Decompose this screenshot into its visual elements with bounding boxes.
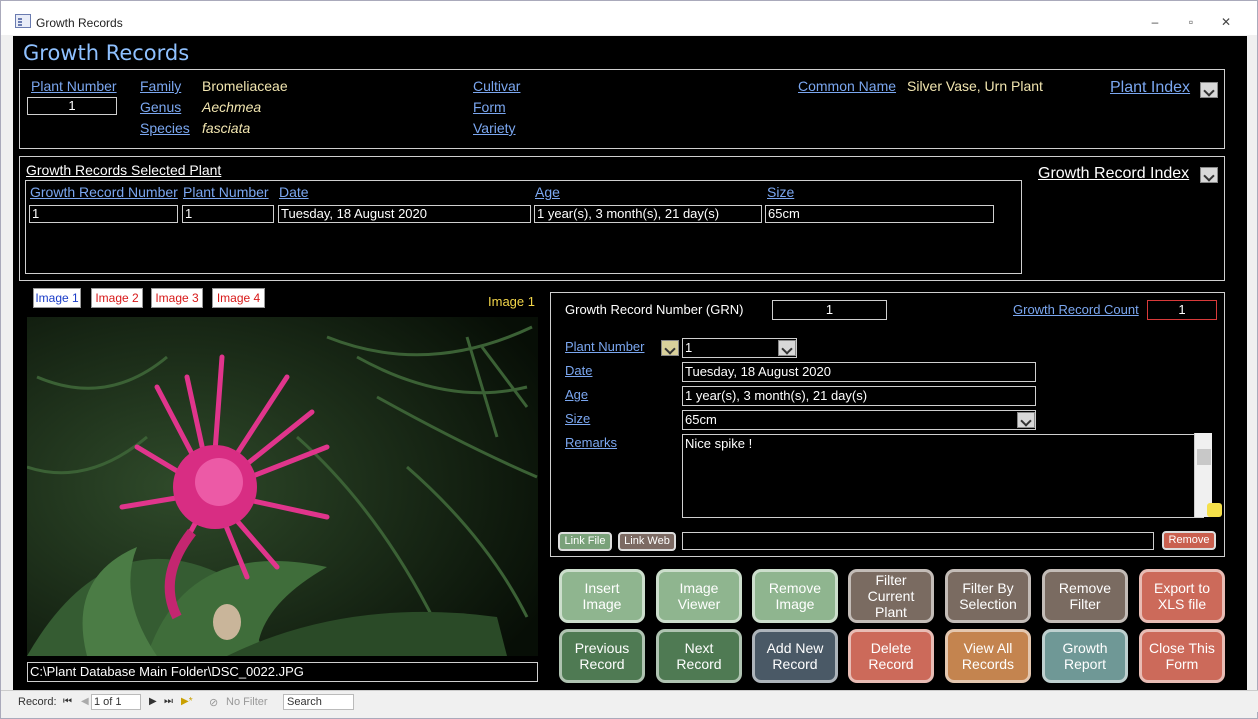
variety-label[interactable]: Variety: [473, 120, 516, 136]
grn-label: Growth Record Number (GRN): [565, 302, 744, 317]
row-age-cell[interactable]: 1 year(s), 3 month(s), 21 day(s): [534, 205, 762, 223]
detail-date-label[interactable]: Date: [565, 363, 592, 378]
page-title: Growth Records: [23, 41, 190, 65]
next-record-button[interactable]: Next Record: [656, 629, 742, 683]
species-value: fasciata: [202, 120, 251, 136]
plant-index-dropdown-icon[interactable]: [1200, 82, 1218, 98]
remarks-label[interactable]: Remarks: [565, 435, 617, 450]
form-icon: [15, 14, 31, 28]
link-path-field[interactable]: [682, 532, 1154, 550]
common-name-label[interactable]: Common Name: [798, 78, 896, 94]
detail-age-field[interactable]: 1 year(s), 3 month(s), 21 day(s): [682, 386, 1036, 406]
maximize-button[interactable]: ▫: [1181, 14, 1201, 30]
growth-record-count-label[interactable]: Growth Record Count: [1013, 302, 1139, 317]
new-record-icon[interactable]: ▶*: [181, 696, 193, 707]
growth-report-button[interactable]: Growth Report: [1042, 629, 1128, 683]
detail-date-field[interactable]: Tuesday, 18 August 2020: [682, 362, 1036, 382]
insert-image-button[interactable]: Insert Image: [559, 569, 645, 623]
col-age[interactable]: Age: [535, 184, 560, 200]
remove-link-button[interactable]: Remove: [1162, 531, 1216, 550]
link-web-button[interactable]: Link Web: [618, 532, 676, 551]
selected-plant-title: Growth Records Selected Plant: [26, 162, 222, 178]
view-all-records-button[interactable]: View All Records: [945, 629, 1031, 683]
family-value: Bromeliaceae: [202, 78, 288, 94]
image-path-field[interactable]: C:\Plant Database Main Folder\DSC_0022.J…: [27, 662, 538, 682]
filter-current-plant-button[interactable]: Filter Current Plant: [848, 569, 934, 623]
cultivar-label[interactable]: Cultivar: [473, 78, 520, 94]
detail-age-label[interactable]: Age: [565, 387, 588, 402]
growth-record-index-label[interactable]: Growth Record Index: [1038, 165, 1189, 183]
next-record-icon[interactable]: ▶: [149, 696, 157, 707]
grn-field[interactable]: 1: [772, 300, 887, 320]
plant-index-label[interactable]: Plant Index: [1110, 79, 1190, 97]
filter-by-selection-button[interactable]: Filter By Selection: [945, 569, 1031, 623]
add-new-record-button[interactable]: Add New Record: [752, 629, 838, 683]
detail-size-label[interactable]: Size: [565, 411, 590, 426]
delete-record-button[interactable]: Delete Record: [848, 629, 934, 683]
prev-record-icon[interactable]: ◀: [81, 696, 89, 707]
col-date[interactable]: Date: [279, 184, 309, 200]
record-navigation-bar: Record: ⏮ ◀ 1 of 1 ▶ ⏭ ▶* ⊘ No Filter Se…: [1, 690, 1258, 712]
last-record-icon[interactable]: ⏭: [164, 696, 173, 707]
no-filter-icon[interactable]: ⊘: [209, 696, 218, 709]
row-grn-cell[interactable]: 1: [29, 205, 178, 223]
export-xls-button[interactable]: Export to XLS file: [1139, 569, 1225, 623]
close-window-button[interactable]: ✕: [1216, 14, 1236, 30]
remarks-field[interactable]: Nice spike !: [682, 434, 1204, 518]
growth-records-form: Growth Records Plant Number 1 Family Bro…: [13, 36, 1247, 690]
plant-number-label[interactable]: Plant Number: [31, 78, 117, 94]
family-label[interactable]: Family: [140, 78, 181, 94]
record-position-field[interactable]: 1 of 1: [91, 694, 141, 710]
minimize-button[interactable]: –: [1145, 14, 1165, 30]
row-plant-number-cell[interactable]: 1: [182, 205, 274, 223]
row-date-cell[interactable]: Tuesday, 18 August 2020: [278, 205, 531, 223]
growth-record-index-dropdown-icon[interactable]: [1200, 167, 1218, 183]
row-size-cell[interactable]: 65cm: [765, 205, 994, 223]
genus-label[interactable]: Genus: [140, 99, 181, 115]
plant-number-lookup-icon[interactable]: [661, 340, 679, 356]
form-label[interactable]: Form: [473, 99, 506, 115]
size-dropdown-icon[interactable]: [1017, 412, 1035, 428]
detail-plant-number-label[interactable]: Plant Number: [565, 339, 644, 354]
record-label: Record:: [18, 696, 57, 708]
filter-status[interactable]: No Filter: [226, 696, 268, 708]
window-title: Growth Records: [36, 16, 123, 30]
previous-record-button[interactable]: Previous Record: [559, 629, 645, 683]
col-size[interactable]: Size: [767, 184, 794, 200]
remove-image-button[interactable]: Remove Image: [752, 569, 838, 623]
scrollbar-thumb[interactable]: [1197, 449, 1211, 465]
image-tab-2[interactable]: Image 2: [91, 288, 143, 308]
growth-record-count-field: 1: [1147, 300, 1217, 320]
image-viewer-button[interactable]: Image Viewer: [656, 569, 742, 623]
image-tab-1[interactable]: Image 1: [33, 288, 81, 308]
link-file-button[interactable]: Link File: [558, 532, 612, 551]
access-window: Growth Records – ▫ ✕ Growth Records Plan…: [0, 0, 1258, 719]
col-growth-record-number[interactable]: Growth Record Number: [30, 184, 178, 200]
plant-number-dropdown-icon[interactable]: [778, 340, 796, 356]
image-tab-4[interactable]: Image 4: [212, 288, 265, 308]
image-tab-3[interactable]: Image 3: [151, 288, 203, 308]
genus-value: Aechmea: [202, 99, 262, 115]
col-plant-number[interactable]: Plant Number: [183, 184, 269, 200]
search-input[interactable]: Search: [283, 694, 354, 710]
plant-number-field[interactable]: 1: [27, 97, 117, 115]
close-form-button[interactable]: Close This Form: [1139, 629, 1225, 683]
note-icon[interactable]: [1207, 503, 1222, 517]
plant-header-frame: [19, 69, 1225, 149]
species-label[interactable]: Species: [140, 120, 190, 136]
plant-photo: [27, 317, 538, 656]
current-image-label: Image 1: [488, 294, 535, 309]
detail-size-field[interactable]: 65cm: [682, 410, 1036, 430]
common-name-value: Silver Vase, Urn Plant: [907, 78, 1043, 94]
remove-filter-button[interactable]: Remove Filter: [1042, 569, 1128, 623]
bromeliad-photo: [27, 317, 538, 656]
title-bar: Growth Records – ▫ ✕: [1, 1, 1257, 35]
first-record-icon[interactable]: ⏮: [63, 696, 72, 707]
